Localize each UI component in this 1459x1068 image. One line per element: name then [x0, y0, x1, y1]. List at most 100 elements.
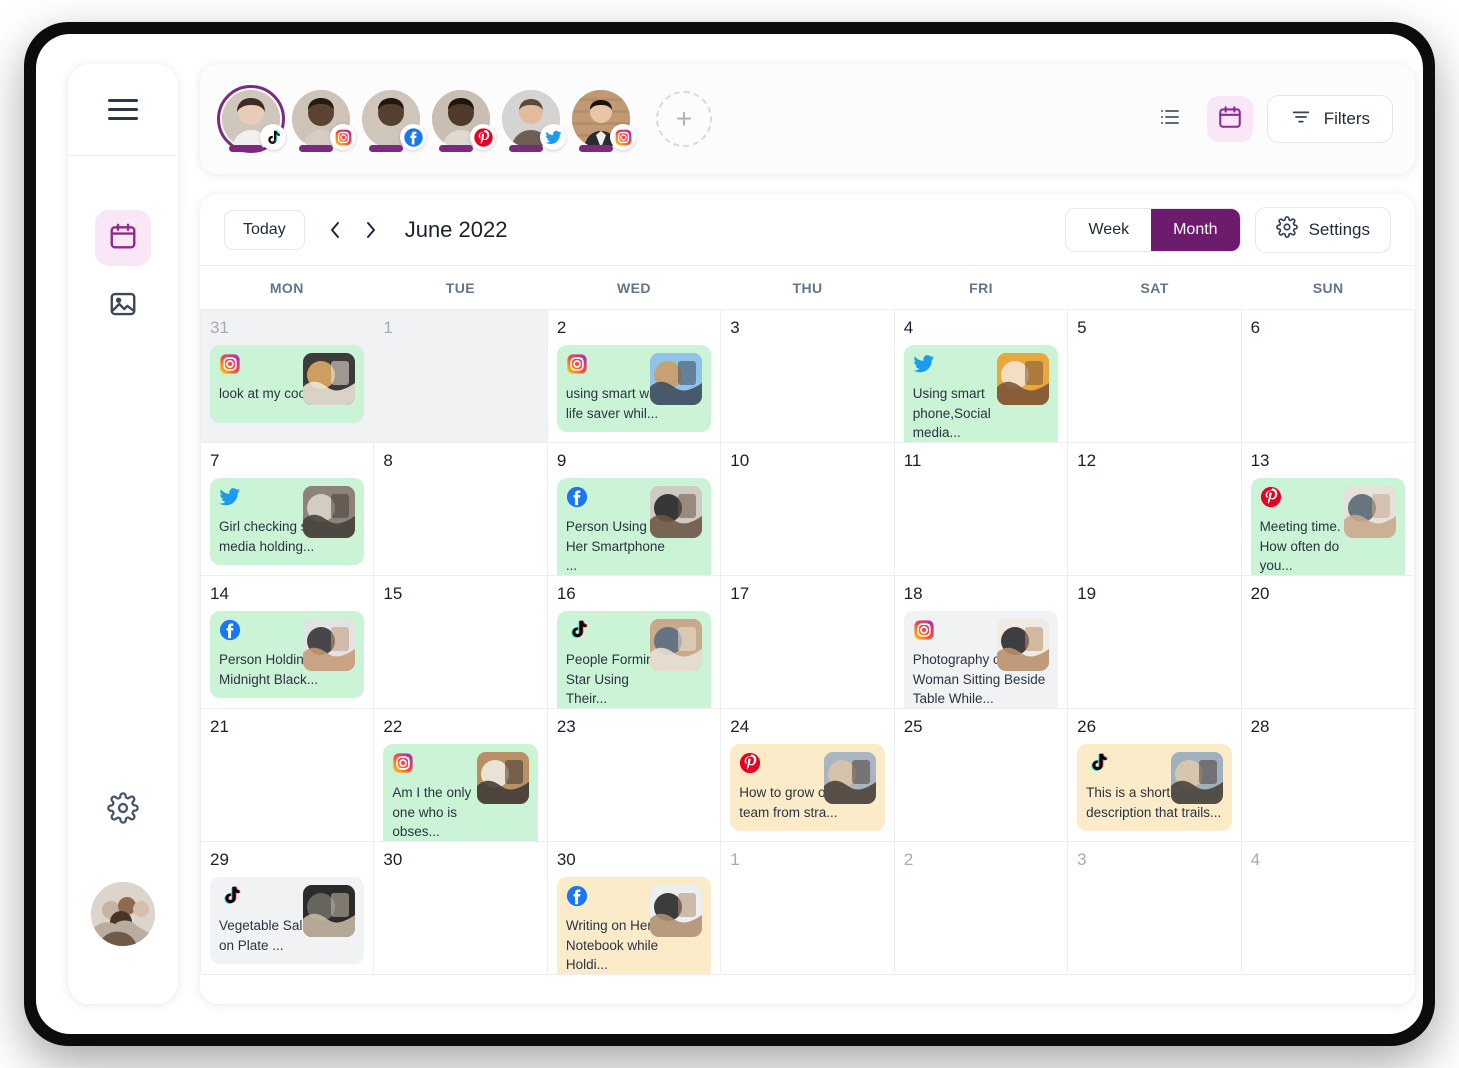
- calendar-event-card[interactable]: Girl checking social media holding...: [210, 478, 365, 566]
- calendar-day-cell[interactable]: 4: [1241, 842, 1415, 975]
- tab-week[interactable]: Week: [1066, 208, 1152, 251]
- view-toggle: Week Month: [1065, 207, 1241, 252]
- next-month-button[interactable]: [353, 212, 389, 248]
- calendar-day-cell[interactable]: 13 Meeting time. How often do you...: [1241, 443, 1415, 576]
- day-number: 10: [730, 451, 750, 470]
- day-number: 9: [556, 451, 567, 470]
- calendar-day-cell[interactable]: 8: [374, 443, 548, 576]
- calendar-event-card[interactable]: using smart watch is life saver whil...: [556, 345, 712, 433]
- profile-avatar-2[interactable]: [292, 90, 356, 152]
- event-thumbnail: [823, 752, 876, 804]
- event-thumbnail: [997, 619, 1050, 671]
- calendar-day-cell[interactable]: 31 look at my cootie: [201, 310, 375, 443]
- weekday-header: MON TUE WED THU FRI SAT SUN: [200, 266, 1415, 310]
- settings-button[interactable]: Settings: [1254, 206, 1391, 253]
- calendar-day-cell[interactable]: 14 Person Holding Midnight Black...: [201, 576, 375, 709]
- calendar-day-cell[interactable]: 18 Photography of Woman Sitting Beside T…: [894, 576, 1069, 709]
- weekday-thu: THU: [792, 279, 823, 296]
- calendar-event-card[interactable]: Writing on Her Notebook while Holdi...: [556, 877, 712, 974]
- calendar-day-cell[interactable]: 7 Girl checking social media holding...: [201, 443, 375, 576]
- calendar-view-button[interactable]: [1206, 96, 1253, 142]
- sidebar-header: [68, 64, 178, 156]
- sidebar-footer: [91, 782, 155, 1004]
- calendar-day-cell[interactable]: 11: [894, 443, 1069, 576]
- calendar-day-cell[interactable]: 2 using smart watch is life saver whil..…: [547, 310, 722, 443]
- day-number: 16: [556, 584, 576, 603]
- calendar-day-cell[interactable]: 26 This is a short description that trai…: [1068, 709, 1242, 842]
- day-number: 21: [210, 717, 229, 736]
- day-number: 18: [903, 584, 923, 603]
- profile-list: +: [200, 85, 712, 153]
- calendar-day-cell[interactable]: 2: [894, 842, 1069, 975]
- calendar-day-cell[interactable]: 1: [721, 842, 895, 975]
- calendar-day-cell[interactable]: 15: [374, 576, 548, 709]
- calendar-event-card[interactable]: Meeting time. How often do you...: [1250, 478, 1405, 575]
- calendar-day-cell[interactable]: 20: [1241, 576, 1415, 709]
- calendar-day-cell[interactable]: 30 Writing on Her Notebook while Holdi..…: [547, 842, 722, 975]
- calendar-day-cell[interactable]: 28: [1241, 709, 1415, 842]
- calendar-day-cell[interactable]: 3: [1068, 842, 1242, 975]
- calendar-day-cell[interactable]: 25: [894, 709, 1069, 842]
- calendar-day-cell[interactable]: 29 Vegetable Salad on Plate ...: [201, 842, 375, 975]
- profile-avatar-4[interactable]: [432, 90, 496, 152]
- calendar-day-cell[interactable]: 6: [1241, 310, 1415, 443]
- calendar-day-cell[interactable]: 3: [721, 310, 895, 443]
- avatar-image: [91, 882, 155, 946]
- calendar-event-card[interactable]: People Forming Star Using Their...: [556, 611, 712, 708]
- calendar-day-cell[interactable]: 23: [547, 709, 722, 842]
- calendar-day-cell[interactable]: 22 Am I the only one who is obses...: [374, 709, 548, 842]
- day-number: 28: [1250, 717, 1270, 736]
- day-number: 30: [383, 850, 403, 869]
- filters-button[interactable]: Filters: [1266, 95, 1393, 143]
- day-number: 6: [1250, 318, 1261, 337]
- hamburger-menu-icon[interactable]: [108, 99, 138, 120]
- instagram-icon: [610, 124, 636, 150]
- calendar-event-card[interactable]: Vegetable Salad on Plate ...: [210, 877, 365, 965]
- calendar-day-cell[interactable]: 17: [721, 576, 895, 709]
- image-icon: [108, 289, 138, 324]
- sidebar-item-settings[interactable]: [95, 782, 151, 838]
- calendar-view-controls: Week Month Settings: [1065, 206, 1391, 253]
- calendar-event-card[interactable]: look at my cootie: [210, 345, 365, 423]
- calendar-event-card[interactable]: Using smart phone,Social media...: [903, 345, 1059, 442]
- profile-avatar-3[interactable]: [362, 90, 426, 152]
- device-frame: + Filters Today June 2022 Week Month Set…: [24, 22, 1435, 1046]
- day-number: 24: [730, 717, 750, 736]
- profile-avatar-5[interactable]: [502, 90, 566, 152]
- avatar[interactable]: [91, 882, 155, 946]
- calendar-day-cell[interactable]: 12: [1068, 443, 1242, 576]
- event-thumbnail: [650, 619, 703, 671]
- day-number: 13: [1250, 451, 1270, 470]
- tab-month[interactable]: Month: [1151, 208, 1240, 251]
- calendar-day-cell[interactable]: 30: [374, 842, 548, 975]
- sidebar-item-media[interactable]: [95, 278, 151, 334]
- calendar-day-cell[interactable]: 4 Using smart phone,Social media...: [894, 310, 1069, 443]
- calendar-event-card[interactable]: Person Using Her Smartphone ...: [556, 478, 712, 575]
- calendar-event-card[interactable]: Am I the only one who is obses...: [383, 744, 538, 841]
- calendar-day-cell[interactable]: 5: [1068, 310, 1242, 443]
- sidebar-item-calendar[interactable]: [95, 210, 151, 266]
- calendar-day-cell[interactable]: 1: [374, 310, 548, 443]
- profile-avatar-6[interactable]: [572, 90, 636, 152]
- calendar-event-card[interactable]: How to grow our a team from stra...: [730, 744, 885, 832]
- calendar-day-cell[interactable]: 24 How to grow our a team from stra...: [721, 709, 895, 842]
- calendar-event-card[interactable]: Person Holding Midnight Black...: [210, 611, 365, 699]
- calendar-day-cell[interactable]: 19: [1068, 576, 1242, 709]
- calendar-day-cell[interactable]: 10: [721, 443, 895, 576]
- add-profile-button[interactable]: +: [656, 91, 712, 147]
- calendar-toolbar: Today June 2022 Week Month Settings: [200, 194, 1415, 266]
- topbar-actions: Filters: [1147, 95, 1415, 143]
- calendar-day-cell[interactable]: 21: [201, 709, 375, 842]
- event-thumbnail: [303, 486, 356, 538]
- list-view-button[interactable]: [1147, 96, 1193, 142]
- calendar-event-card[interactable]: This is a short description that trails.…: [1077, 744, 1232, 832]
- profile-avatar-1[interactable]: [217, 85, 286, 153]
- calendar-event-card[interactable]: Photography of Woman Sitting Beside Tabl…: [903, 611, 1059, 708]
- day-number: 3: [730, 318, 740, 337]
- calendar-day-cell[interactable]: 16 People Forming Star Using Their...: [547, 576, 722, 709]
- calendar-day-cell[interactable]: 9 Person Using Her Smartphone ...: [547, 443, 722, 576]
- event-thumbnail: [476, 752, 529, 804]
- prev-month-button[interactable]: [317, 212, 353, 248]
- profile-bar-6: [579, 145, 613, 152]
- today-button[interactable]: Today: [224, 209, 305, 250]
